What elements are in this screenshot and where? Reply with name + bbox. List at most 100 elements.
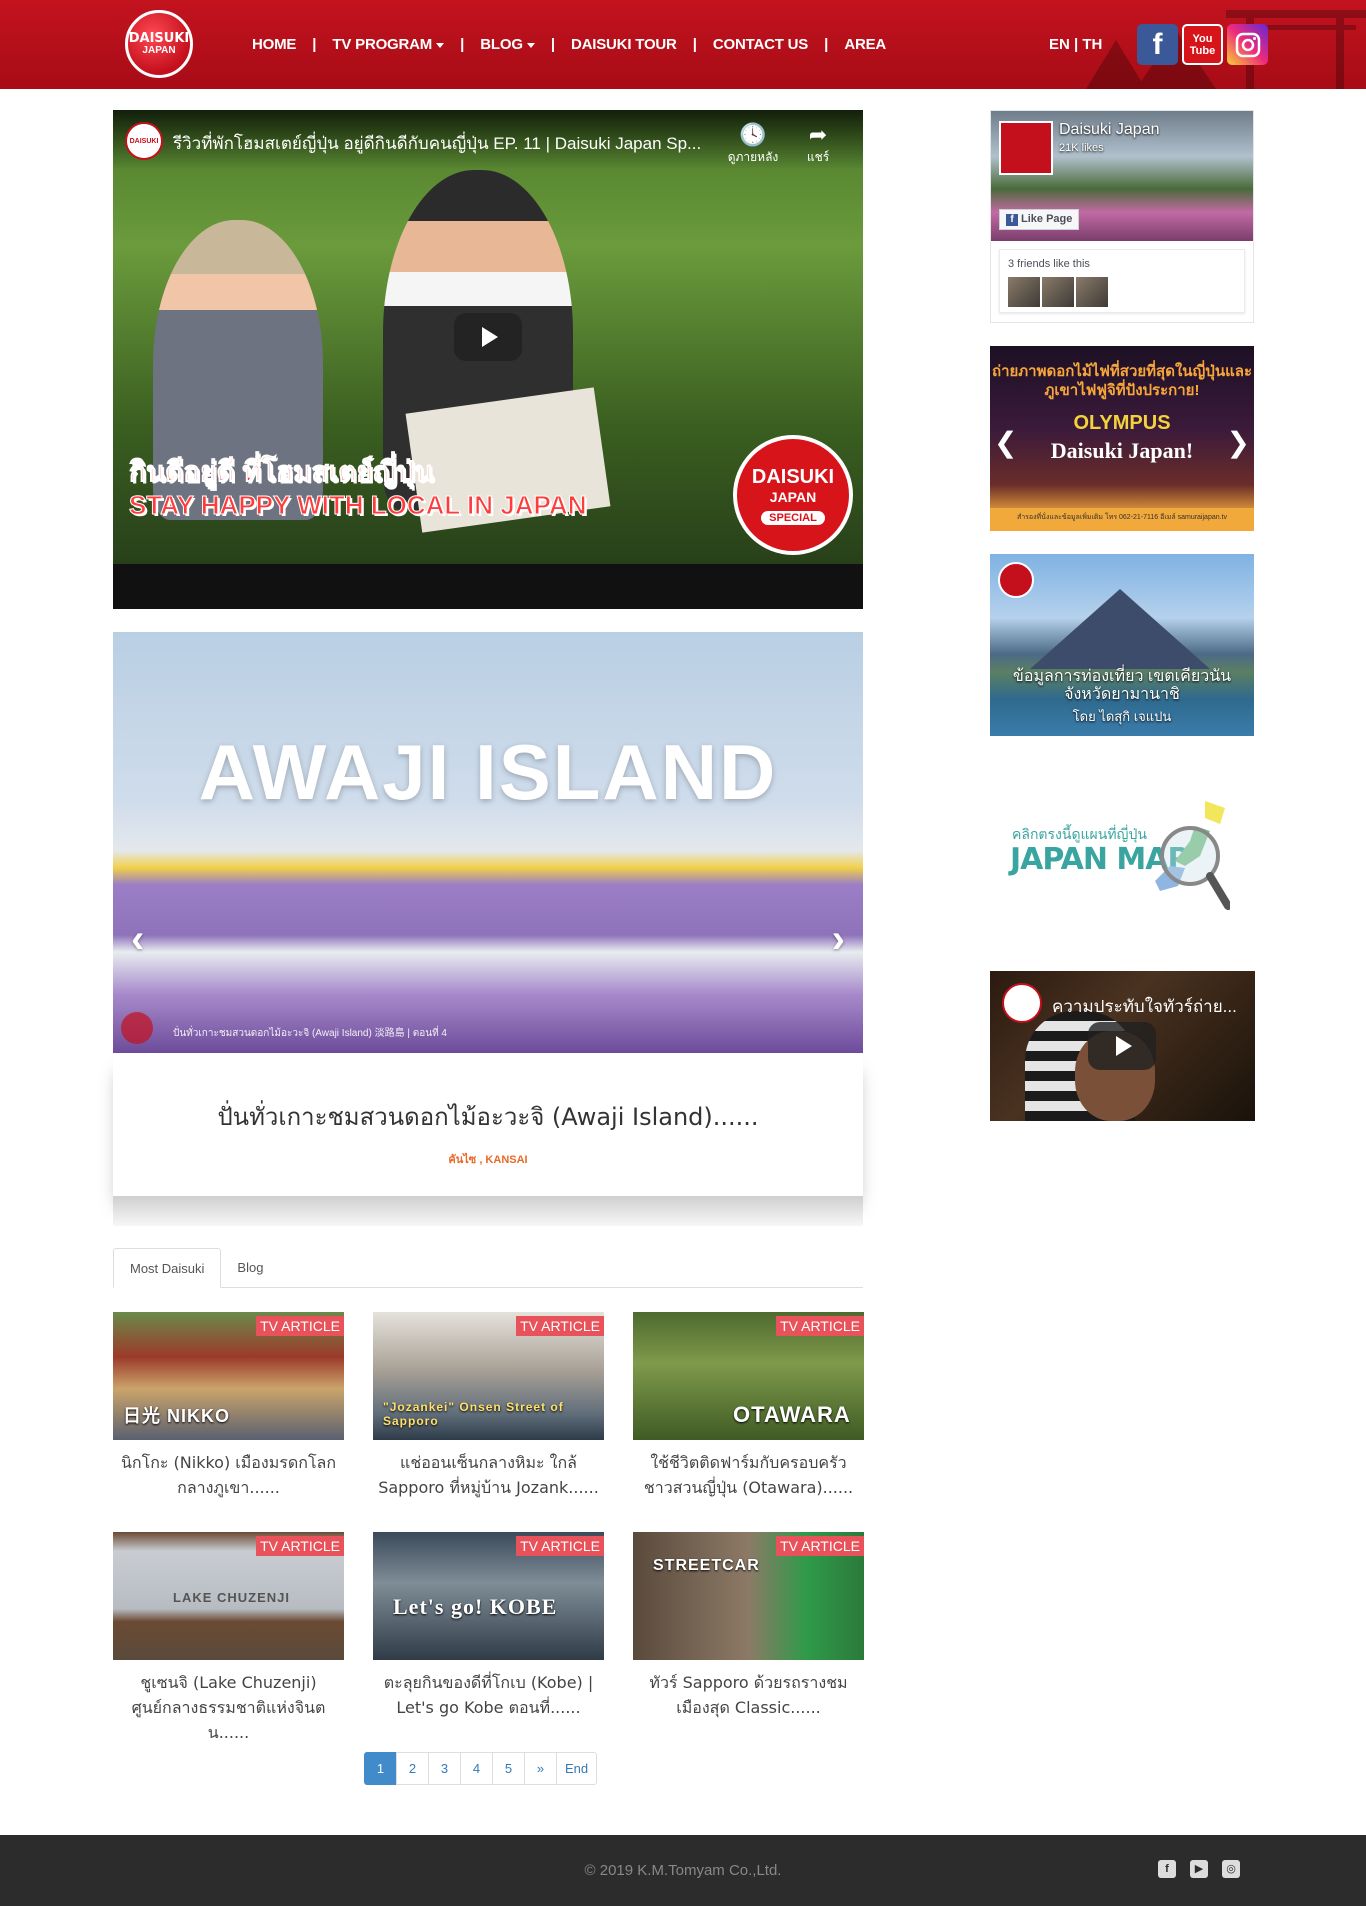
article-title[interactable]: ตะลุยกินของดีที่โกเบ (Kobe) | Let's go K…: [373, 1670, 604, 1720]
carousel-watermark-logo: [121, 1012, 153, 1044]
article-thumbnail[interactable]: TV ARTICLE 日光 NIKKO: [113, 1312, 344, 1440]
article-title[interactable]: ชูเซนจิ (Lake Chuzenji) ศูนย์กลางธรรมชาต…: [113, 1670, 344, 1745]
article-badge: TV ARTICLE: [776, 1316, 864, 1336]
channel-avatar[interactable]: [1002, 983, 1042, 1023]
fb-page-name[interactable]: Daisuki Japan: [1059, 121, 1160, 139]
nav-blog[interactable]: BLOG: [480, 36, 535, 53]
tab-blog[interactable]: Blog: [221, 1248, 279, 1288]
carousel-slide-title: AWAJI ISLAND: [198, 728, 778, 816]
share-icon: ➦: [808, 122, 828, 147]
page-4-button[interactable]: 4: [460, 1752, 493, 1785]
mount-fuji-illustration: [1030, 589, 1210, 669]
language-switcher: EN | TH: [1049, 36, 1102, 53]
nav-home[interactable]: HOME: [252, 36, 296, 53]
fb-friend-avatar[interactable]: [1076, 277, 1108, 307]
article-thumbnail[interactable]: TV ARTICLE STREETCAR: [633, 1532, 864, 1660]
page-3-button[interactable]: 3: [428, 1752, 461, 1785]
article-title[interactable]: นิกโกะ (Nikko) เมืองมรดกโลกกลางภูเขา....…: [113, 1450, 344, 1500]
instagram-icon[interactable]: ◎: [1222, 1860, 1240, 1878]
page-1-button[interactable]: 1: [364, 1752, 397, 1785]
fb-friends-text: 3 friends like this: [1008, 258, 1090, 270]
tab-most-daisuki[interactable]: Most Daisuki: [113, 1248, 222, 1288]
channel-avatar[interactable]: DAISUKI: [125, 122, 163, 160]
article-card[interactable]: TV ARTICLE "Jozankei" Onsen Street of Sa…: [373, 1312, 604, 1500]
daisuki-mini-logo: [998, 562, 1034, 598]
article-card[interactable]: TV ARTICLE Let's go! KOBE ตะลุยกินของดีท…: [373, 1532, 604, 1720]
page-2-button[interactable]: 2: [396, 1752, 429, 1785]
article-overlay-text: LAKE CHUZENJI: [173, 1590, 291, 1605]
article-title[interactable]: ใช้ชีวิตติดฟาร์มกับครอบครัวชาวสวนญี่ปุ่น…: [633, 1450, 864, 1500]
youtube-icon[interactable]: You Tube: [1182, 24, 1223, 65]
site-footer: © 2019 K.M.Tomyam Co.,Ltd. f ▶ ◎: [0, 1835, 1366, 1906]
article-thumbnail[interactable]: TV ARTICLE "Jozankei" Onsen Street of Sa…: [373, 1312, 604, 1440]
facebook-icon[interactable]: f: [1158, 1860, 1176, 1878]
article-thumbnail[interactable]: TV ARTICLE OTAWARA: [633, 1312, 864, 1440]
banner-byline: โดย ไดสุกิ เจแปน: [1072, 709, 1172, 724]
japan-map-banner[interactable]: คลิกตรงนี้ดูแผนที่ญี่ปุ่น JAPAN MAP: [990, 776, 1254, 926]
nav-separator: |: [460, 36, 465, 53]
fb-friend-avatar[interactable]: [1008, 277, 1040, 307]
featured-article-tags[interactable]: คันไซ , KANSAI: [113, 1150, 863, 1168]
sidebar-video-player[interactable]: ความประทับใจทัวร์ถ่าย...: [990, 971, 1255, 1121]
featured-article-card[interactable]: ปั่นทั่วเกาะชมสวนดอกไม้อะวะจิ (Awaji Isl…: [113, 1053, 863, 1196]
fb-like-page-label: Like Page: [1021, 213, 1073, 225]
badge-line-1: DAISUKI: [751, 465, 835, 488]
fb-page-avatar[interactable]: [999, 121, 1053, 175]
last-page-button[interactable]: End: [556, 1752, 598, 1785]
play-button[interactable]: [1088, 1022, 1156, 1070]
next-page-button[interactable]: »: [524, 1752, 557, 1785]
site-logo[interactable]: DAISUKI JAPAN: [125, 10, 193, 78]
article-badge: TV ARTICLE: [256, 1536, 344, 1556]
clock-icon: 🕓: [739, 122, 767, 147]
nav-area[interactable]: AREA: [844, 36, 886, 53]
nav-contact-us[interactable]: CONTACT US: [713, 36, 808, 53]
nav-tv-program-label: TV PROGRAM: [332, 36, 433, 53]
lang-en[interactable]: EN: [1049, 36, 1070, 53]
watch-later-label: ดูภายหลัง: [727, 150, 779, 164]
nav-separator: |: [550, 36, 556, 53]
video-title[interactable]: รีวิวที่พักโฮมสเตย์ญี่ปุ่น อยู่ดีกินดีกั…: [173, 130, 713, 157]
yamanashi-info-banner[interactable]: ข้อมูลการท่องเที่ยว เขตเคียวนัน จังหวัดย…: [990, 554, 1254, 736]
share-button[interactable]: ➦ แชร์: [783, 122, 853, 167]
logo-text-top: DAISUKI: [128, 31, 190, 46]
carousel-prev-arrow[interactable]: ‹: [131, 917, 144, 962]
article-title[interactable]: แช่ออนเซ็นกลางหิมะ ใกล้ Sapporo ที่หมู่บ…: [373, 1450, 604, 1500]
article-card[interactable]: TV ARTICLE STREETCAR ทัวร์ Sapporo ด้วยร…: [633, 1532, 864, 1720]
fb-friend-avatar[interactable]: [1042, 277, 1074, 307]
instagram-icon[interactable]: [1227, 24, 1268, 65]
banner-prev-arrow[interactable]: ❮: [994, 426, 1017, 459]
watch-later-button[interactable]: 🕓 ดูภายหลัง: [718, 122, 788, 167]
banner-headline: ข้อมูลการท่องเที่ยว เขตเคียวนัน จังหวัดย…: [1012, 668, 1232, 703]
footer-social-links: f ▶ ◎: [1158, 1860, 1240, 1878]
fb-cover-photo[interactable]: Daisuki Japan 21K likes f Like Page: [991, 111, 1253, 241]
facebook-page-widget: Daisuki Japan 21K likes f Like Page 3 fri…: [990, 110, 1254, 323]
facebook-icon: f: [1006, 214, 1018, 226]
lang-th[interactable]: TH: [1082, 36, 1102, 53]
article-thumbnail[interactable]: TV ARTICLE LAKE CHUZENJI: [113, 1532, 344, 1660]
nav-daisuki-tour[interactable]: DAISUKI TOUR: [571, 36, 677, 53]
card-shadow: [113, 1196, 863, 1226]
article-card[interactable]: TV ARTICLE LAKE CHUZENJI ชูเซนจิ (Lake C…: [113, 1532, 344, 1745]
youtube-icon[interactable]: ▶: [1190, 1860, 1208, 1878]
share-label: แชร์: [806, 150, 830, 164]
sidebar-video-title[interactable]: ความประทับใจทัวร์ถ่าย...: [1052, 993, 1247, 1020]
article-thumbnail[interactable]: TV ARTICLE Let's go! KOBE: [373, 1532, 604, 1660]
carousel-next-arrow[interactable]: ›: [832, 917, 845, 962]
article-title[interactable]: ทัวร์ Sapporo ด้วยรถรางชมเมืองสุด Classi…: [633, 1670, 864, 1720]
fb-like-page-button[interactable]: f Like Page: [999, 209, 1080, 230]
facebook-icon[interactable]: f: [1137, 24, 1178, 65]
nav-tv-program[interactable]: TV PROGRAM: [332, 36, 445, 53]
content-tabs: Most Daisuki Blog: [113, 1248, 863, 1288]
olympus-tour-banner[interactable]: ถ่ายภาพดอกไม้ไฟที่สวยที่สุดในญี่ปุ่นและภ…: [990, 346, 1254, 531]
chevron-down-icon: [526, 42, 535, 48]
thumbnail-caption-english: STAY HAPPY WITH LOCAL IN JAPAN: [128, 490, 587, 521]
featured-video-player[interactable]: กินดีอยู่ดี ที่โฮมสเตย์ญี่ปุ่น STAY HAPP…: [113, 110, 863, 609]
featured-article-title[interactable]: ปั่นทั่วเกาะชมสวนดอกไม้อะวะจิ (Awaji Isl…: [113, 1097, 863, 1136]
page-5-button[interactable]: 5: [492, 1752, 525, 1785]
banner-contact: สำรองที่นั่งและข้อมูลเพิ่มเติม โทร 062-2…: [990, 508, 1254, 527]
article-card[interactable]: TV ARTICLE OTAWARA ใช้ชีวิตติดฟาร์มกับคร…: [633, 1312, 864, 1500]
play-button[interactable]: [454, 313, 522, 361]
youtube-icon-text-top: You: [1192, 32, 1213, 45]
article-card[interactable]: TV ARTICLE 日光 NIKKO นิกโกะ (Nikko) เมือง…: [113, 1312, 344, 1500]
banner-next-arrow[interactable]: ❯: [1227, 426, 1250, 459]
